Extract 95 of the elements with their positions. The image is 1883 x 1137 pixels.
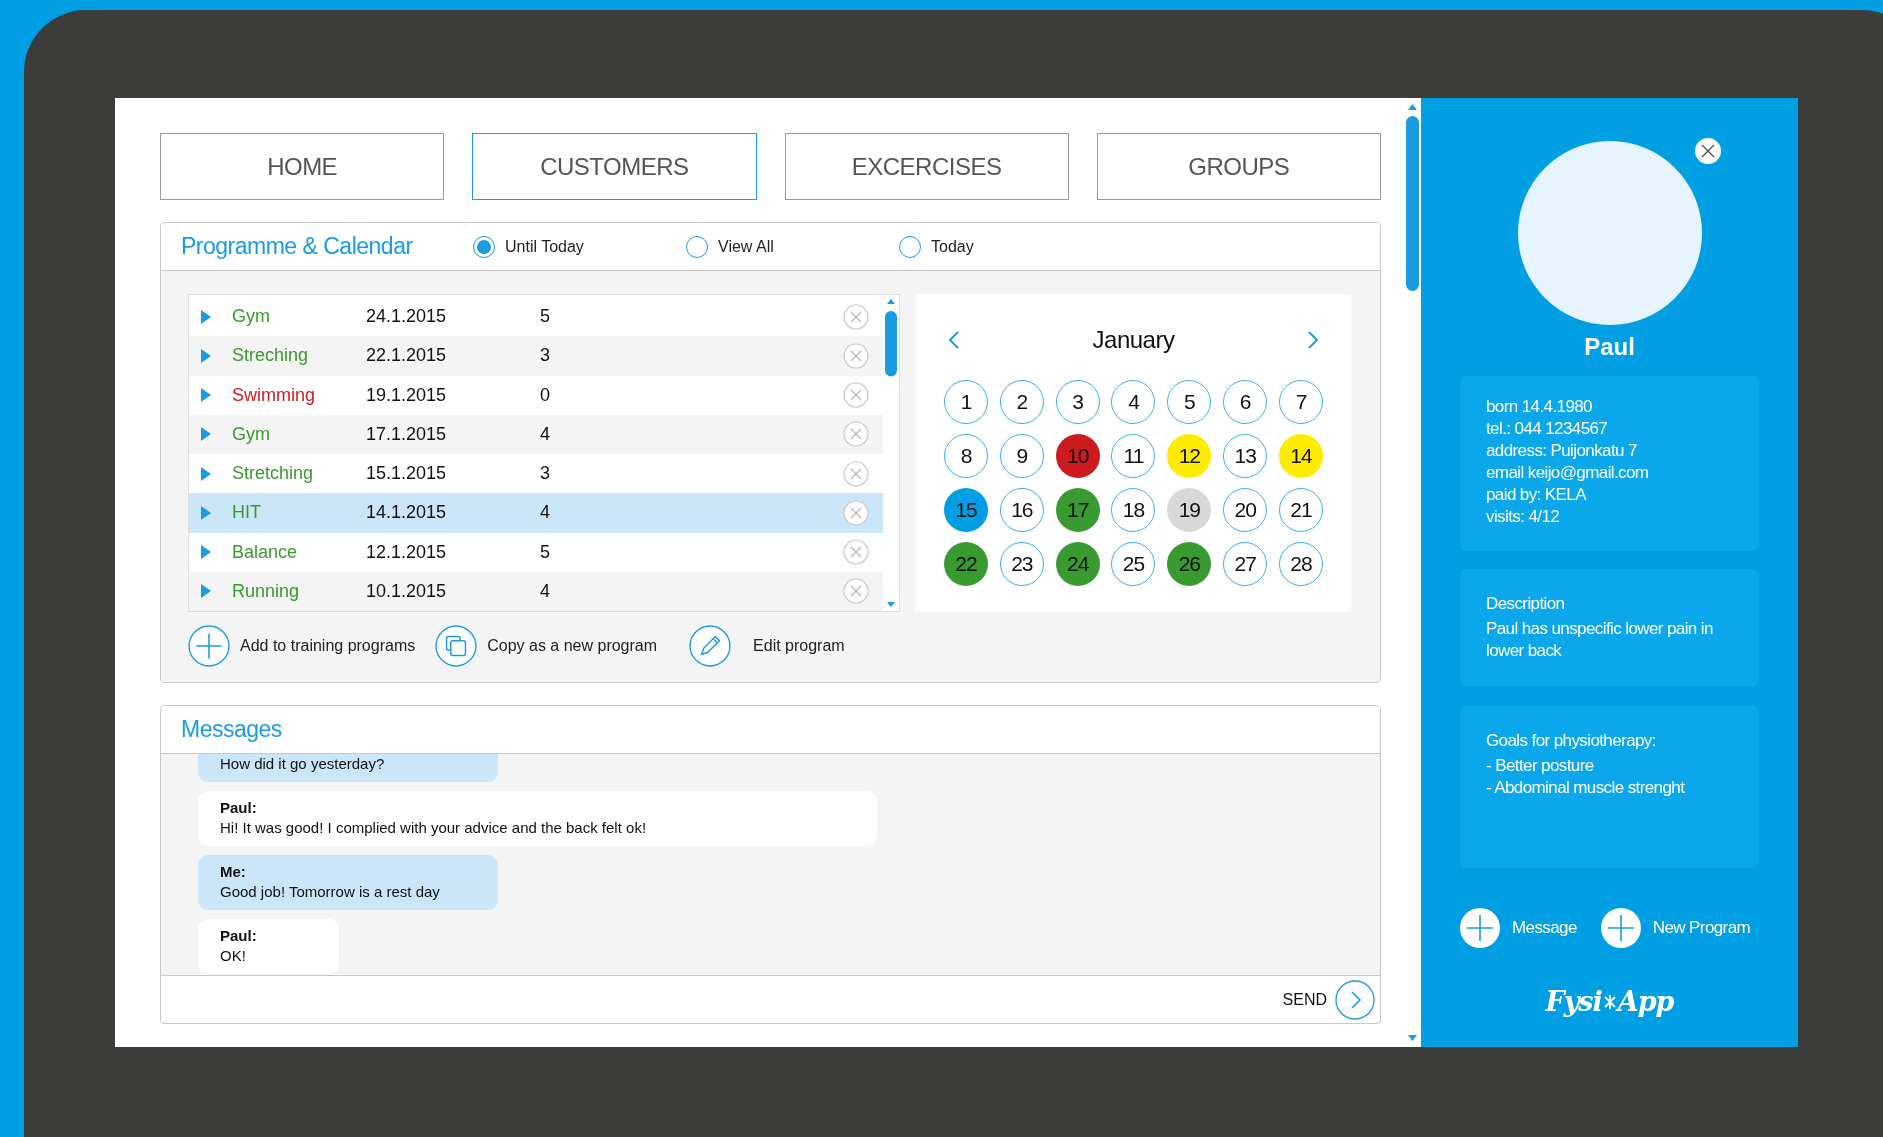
message-text: Good job! Tomorrow is a rest day (220, 882, 441, 902)
description-text: Paul has unspecific lower pain in lower back (1486, 618, 1714, 662)
plus-icon (1460, 908, 1500, 948)
program-count: 3 (540, 463, 551, 485)
program-name: Gym (232, 306, 271, 328)
calendar-day[interactable]: 19 (1167, 488, 1212, 532)
expand-icon[interactable] (201, 505, 211, 520)
program-date: 10.1.2015 (366, 580, 448, 602)
delete-icon[interactable] (843, 460, 869, 487)
filter-radio[interactable]: Today (899, 235, 1112, 258)
message-sender: Paul: (220, 798, 258, 818)
program-name: Gym (232, 423, 271, 445)
expand-icon[interactable] (201, 427, 211, 442)
program-name: Running (232, 580, 301, 602)
close-icon[interactable] (1693, 137, 1722, 165)
card-title: Goals for physiotherapy: (1486, 730, 1657, 752)
calendar-day[interactable]: 14 (1278, 434, 1323, 478)
program-row[interactable]: Streching 22.1.2015 3 (189, 336, 883, 376)
plus-icon (188, 625, 230, 667)
calendar-day[interactable]: 17 (1055, 488, 1100, 532)
delete-icon[interactable] (843, 303, 869, 330)
info-line: born 14.4.1980 (1486, 396, 1593, 418)
delete-icon[interactable] (843, 421, 869, 448)
program-row[interactable]: Running 10.1.2015 4 (189, 571, 883, 611)
info-line: tel.: 044 1234567 (1486, 418, 1609, 440)
nav-tab[interactable]: CUSTOMERS (472, 133, 757, 200)
nav-tab[interactable]: GROUPS (1096, 133, 1381, 200)
program-name: Balance (232, 541, 299, 563)
program-date: 22.1.2015 (366, 345, 448, 367)
expand-icon[interactable] (201, 466, 211, 481)
program-count: 4 (540, 423, 551, 445)
message-sender: Paul: (220, 926, 258, 946)
nav-tab[interactable]: EXCERCISES (784, 133, 1069, 200)
panel-title: Messages (181, 716, 283, 743)
program-date: 17.1.2015 (366, 423, 448, 445)
program-count: 4 (540, 502, 551, 524)
next-month-icon[interactable] (1307, 330, 1319, 350)
program-name: Stretching (232, 463, 315, 485)
info-line: paid by: KELA (1486, 484, 1588, 506)
delete-icon[interactable] (843, 382, 869, 409)
copy-icon (435, 625, 478, 667)
program-date: 12.1.2015 (366, 541, 448, 563)
calendar-day[interactable]: 26 (1167, 542, 1212, 586)
expand-icon[interactable] (201, 388, 211, 403)
month-title: January (1092, 326, 1175, 354)
program-name: HIT (232, 502, 262, 524)
nav-tab[interactable]: HOME (160, 133, 445, 200)
program-date: 15.1.2015 (366, 463, 448, 485)
delete-icon[interactable] (843, 539, 869, 566)
delete-icon[interactable] (843, 578, 869, 605)
message-text: OK! (220, 946, 247, 966)
expand-icon[interactable] (201, 584, 211, 599)
program-row[interactable]: HIT 14.1.2015 4 (189, 493, 883, 533)
info-line: visits: 4/12 (1486, 506, 1561, 528)
card-title: Description (1486, 593, 1566, 615)
program-date: 24.1.2015 (366, 306, 448, 328)
calendar-day[interactable]: 12 (1167, 434, 1212, 478)
calendar-day[interactable]: 24 (1055, 542, 1100, 586)
program-count: 4 (540, 580, 551, 602)
delete-icon[interactable] (843, 342, 869, 369)
program-count: 3 (540, 345, 551, 367)
goal-item: - Better posture (1486, 755, 1595, 777)
program-name: Streching (232, 345, 310, 367)
panel-title: Programme & Calendar (181, 233, 414, 260)
program-date: 14.1.2015 (366, 502, 448, 524)
message-text: How did it go yesterday? (220, 754, 386, 774)
program-name: Swimming (232, 384, 316, 406)
delete-icon[interactable] (843, 499, 869, 526)
logo-text: App (1617, 986, 1674, 1017)
client-name: Paul (1584, 333, 1635, 361)
message-sender: Me: (220, 862, 247, 882)
program-count: 0 (540, 384, 551, 406)
logo-text: Fysi (1545, 986, 1602, 1017)
info-line: email keijo@gmail.com (1486, 462, 1650, 484)
message-text: Hi! It was good! I complied with your advice and the back felt ok! (220, 818, 648, 838)
goal-item: - Abdominal muscle strenght (1486, 777, 1686, 799)
expand-icon[interactable] (201, 545, 211, 560)
previous-month-icon[interactable] (948, 330, 960, 350)
info-line: address: Puijonkatu 7 (1486, 440, 1638, 462)
expand-icon[interactable] (201, 348, 211, 363)
filter-radio[interactable]: Until Today (473, 235, 686, 258)
action-button[interactable]: Edit program (689, 625, 845, 667)
action-button[interactable]: Add to training programs (188, 625, 416, 667)
expand-icon[interactable] (201, 309, 211, 324)
plus-icon (1600, 908, 1641, 948)
action-button[interactable]: Copy as a new program (435, 625, 658, 667)
program-row[interactable]: Gym 17.1.2015 4 (189, 414, 883, 454)
calendar-day[interactable]: 15 (944, 488, 988, 532)
program-date: 19.1.2015 (366, 384, 448, 406)
filter-radio[interactable]: View All (686, 235, 899, 258)
calendar-day[interactable]: 22 (944, 542, 988, 586)
program-count: 5 (540, 541, 551, 563)
send-button[interactable]: SEND (1282, 990, 1327, 1009)
program-count: 5 (540, 306, 551, 328)
pencil-icon (689, 625, 732, 667)
